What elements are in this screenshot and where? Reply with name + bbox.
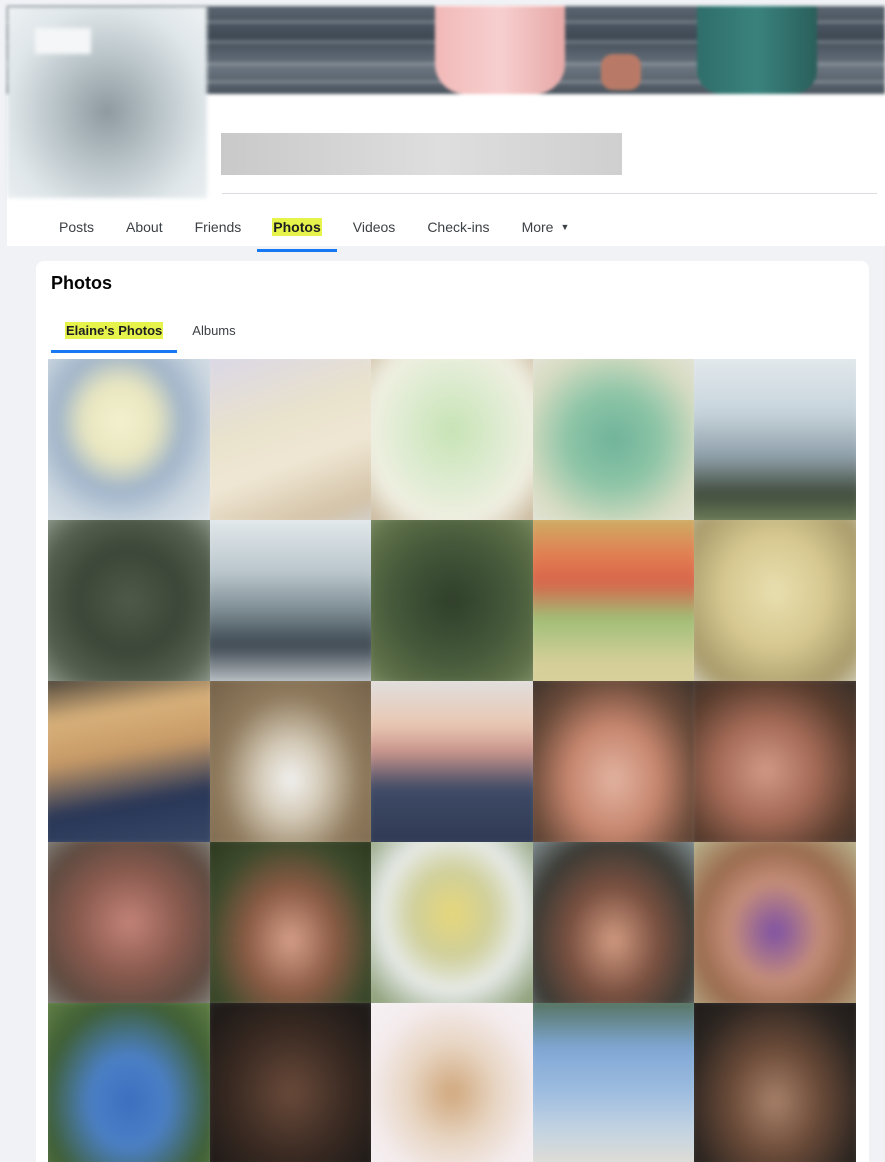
- tab-label: About: [126, 219, 163, 235]
- photo-thumbnail[interactable]: [694, 1003, 856, 1162]
- photo-image: [209, 681, 372, 842]
- tab-label: Check-ins: [427, 219, 490, 235]
- photo-thumbnail[interactable]: [694, 842, 856, 1003]
- photo-image: [209, 520, 372, 681]
- profile-name-redacted: [221, 133, 622, 175]
- photo-thumbnail[interactable]: [532, 681, 695, 842]
- tab-friends[interactable]: Friends: [179, 202, 258, 252]
- photo-thumbnail[interactable]: [209, 520, 372, 681]
- photo-thumbnail[interactable]: [694, 681, 856, 842]
- photo-image: [694, 1003, 856, 1162]
- photo-thumbnail[interactable]: [371, 359, 533, 520]
- photo-image: [371, 1003, 533, 1162]
- photo-thumbnail[interactable]: [694, 359, 856, 520]
- photo-thumbnail[interactable]: [48, 842, 210, 1003]
- photo-thumbnail[interactable]: [371, 520, 533, 681]
- photo-thumbnail[interactable]: [209, 842, 372, 1003]
- photo-thumbnail[interactable]: [48, 1003, 210, 1162]
- photos-tab-elaine-s-photos[interactable]: Elaine's Photos: [51, 307, 178, 353]
- photo-image: [48, 842, 210, 1003]
- tab-photos[interactable]: Photos: [257, 202, 338, 252]
- tab-more[interactable]: More ▼: [506, 202, 585, 252]
- photo-image: [48, 359, 210, 520]
- photo-image: [48, 520, 210, 681]
- tab-check-ins[interactable]: Check-ins: [411, 202, 505, 252]
- tab-label: Friends: [194, 219, 242, 235]
- photo-image: [532, 359, 695, 520]
- header-divider: [222, 193, 877, 194]
- photo-image: [694, 681, 856, 842]
- caret-down-icon: ▼: [560, 222, 570, 232]
- photo-thumbnail[interactable]: [209, 359, 372, 520]
- photo-image: [371, 681, 533, 842]
- photo-image: [532, 681, 695, 842]
- photo-thumbnail[interactable]: [532, 359, 695, 520]
- photo-thumbnail[interactable]: [532, 842, 695, 1003]
- photo-grid: [48, 359, 856, 1162]
- photo-thumbnail[interactable]: [371, 681, 533, 842]
- photos-section-title: Photos: [51, 273, 112, 293]
- photo-image: [48, 1003, 210, 1162]
- photo-thumbnail[interactable]: [694, 520, 856, 681]
- tab-videos[interactable]: Videos: [337, 202, 412, 252]
- photos-tab-label: Albums: [192, 322, 236, 338]
- photo-image: [209, 842, 372, 1003]
- tab-label: Posts: [59, 219, 95, 235]
- photo-thumbnail[interactable]: [532, 520, 695, 681]
- tab-about[interactable]: About: [110, 202, 179, 252]
- photo-image: [532, 520, 695, 681]
- photo-image: [371, 359, 533, 520]
- photos-tab-label: Elaine's Photos: [65, 321, 164, 339]
- photo-thumbnail[interactable]: [48, 359, 210, 520]
- photo-thumbnail[interactable]: [48, 520, 210, 681]
- photo-image: [694, 359, 856, 520]
- photo-thumbnail[interactable]: [48, 681, 210, 842]
- photos-tab-albums[interactable]: Albums: [177, 307, 250, 353]
- photo-thumbnail[interactable]: [209, 681, 372, 842]
- photo-thumbnail[interactable]: [209, 1003, 372, 1162]
- photo-image: [371, 842, 533, 1003]
- profile-tabs: Posts About Friends Photos Videos Check-ins Mo…: [43, 202, 584, 252]
- photos-sub-tabs: Elaine's Photos Albums: [51, 307, 251, 353]
- photo-image: [209, 1003, 372, 1162]
- tab-posts[interactable]: Posts: [43, 202, 110, 252]
- photo-thumbnail[interactable]: [532, 1003, 695, 1162]
- photo-image: [48, 681, 210, 842]
- tab-label: More: [521, 219, 554, 235]
- tab-label: Videos: [352, 219, 396, 235]
- photo-image: [532, 842, 695, 1003]
- photo-image: [371, 520, 533, 681]
- profile-avatar[interactable]: [7, 6, 207, 198]
- photo-image: [209, 359, 372, 520]
- photo-image: [694, 842, 856, 1003]
- tab-label: Photos: [272, 218, 322, 236]
- photo-thumbnail[interactable]: [371, 1003, 533, 1162]
- photos-card: Photos Elaine's Photos Albums: [36, 261, 869, 1162]
- photo-image: [532, 1003, 695, 1162]
- photo-thumbnail[interactable]: [371, 842, 533, 1003]
- photo-image: [694, 520, 856, 681]
